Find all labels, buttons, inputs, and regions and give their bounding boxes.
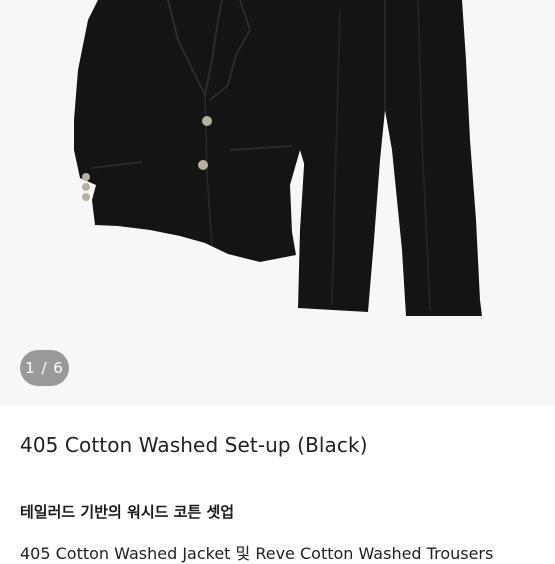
image-counter: 1 / 6 [20,350,69,386]
product-subtitle: 테일러드 기반의 워시드 코튼 셋업 [20,503,235,521]
product-photo [74,0,482,316]
trousers-image [298,0,482,316]
product-description: 405 Cotton Washed Jacket 및 Reve Cotton W… [20,544,494,563]
jacket-image [74,0,337,262]
product-title: 405 Cotton Washed Set-up (Black) [20,433,368,457]
product-image-gallery[interactable]: 1 / 6 [0,0,555,405]
